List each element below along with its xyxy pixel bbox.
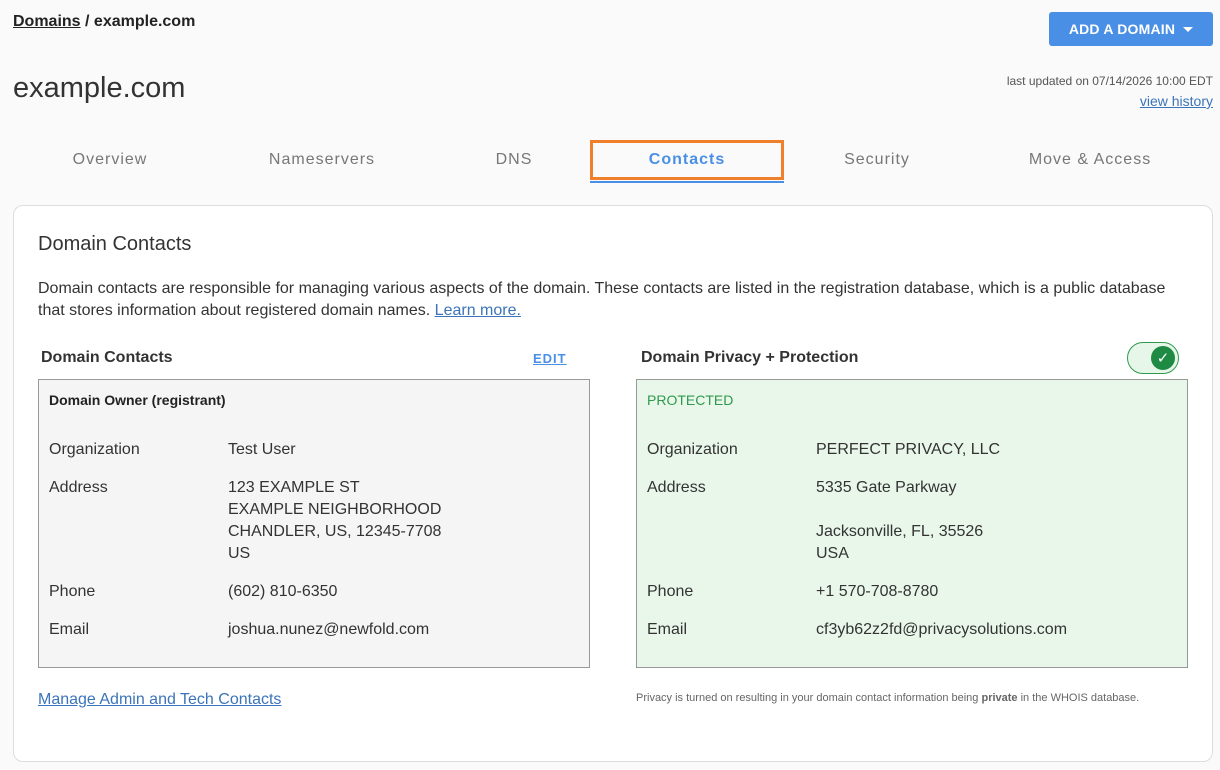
owner-contact-box: Domain Owner (registrant) Organization T… [38,379,590,668]
tab-contacts[interactable]: Contacts [590,140,784,183]
phone-value: +1 570-708-8780 [816,583,939,600]
breadcrumb-separator: / [80,13,94,30]
page-title: example.com [13,72,186,104]
tab-move-access[interactable]: Move & Access [990,140,1190,180]
phone-label: Phone [647,583,694,600]
email-value: cf3yb62z2fd@privacysolutions.com [816,621,1068,638]
tab-nameservers[interactable]: Nameservers [222,140,422,180]
tab-dns[interactable]: DNS [414,140,614,180]
breadcrumb: Domains / example.com [13,13,195,31]
domain-contacts-heading: Domain Contacts [41,349,173,366]
domain-contacts-card: Domain Contacts Domain contacts are resp… [13,205,1213,762]
organization-label: Organization [49,441,140,458]
privacy-toggle[interactable]: ✓ [1127,342,1179,374]
address-line-3: USA [816,545,849,562]
tab-security[interactable]: Security [777,140,977,180]
last-updated-text: last updated on 07/14/2026 10:00 EDT [1006,74,1213,88]
address-line-2: EXAMPLE NEIGHBORHOOD [228,501,442,518]
privacy-note-text: Privacy is turned on resulting in your d… [636,692,982,704]
organization-value: PERFECT PRIVACY, LLC [816,441,1001,458]
privacy-note-bold: private [981,692,1018,704]
email-label: Email [647,621,688,638]
privacy-note-end: in the WHOIS database. [1017,692,1140,704]
email-label: Email [49,621,90,638]
privacy-contact-box: PROTECTED Organization PERFECT PRIVACY, … [636,379,1188,668]
last-updated: last updated on 07/14/2026 10:00 EDT vie… [1007,71,1213,112]
check-icon: ✓ [1151,346,1175,370]
privacy-heading: Domain Privacy + Protection [641,349,859,366]
breadcrumb-current: example.com [93,13,196,30]
protected-status: PROTECTED [647,392,734,408]
breadcrumb-domains-link[interactable]: Domains [13,13,81,30]
address-line-4: US [228,545,251,562]
address-line-1: 5335 Gate Parkway [816,479,957,496]
view-history-link[interactable]: view history [1140,93,1213,109]
tab-bar: Overview Nameservers DNS Contacts Securi… [0,140,1220,183]
privacy-note: Privacy is turned on resulting in your d… [636,690,1176,707]
address-label: Address [49,479,108,496]
card-description-text: Domain contacts are responsible for mana… [38,280,1166,319]
organization-label: Organization [647,441,738,458]
address-line-1: 123 EXAMPLE ST [228,479,360,496]
add-domain-button[interactable]: ADD A DOMAIN [1049,12,1213,46]
address-line-2: Jacksonville, FL, 35526 [816,523,984,540]
chevron-down-icon [1183,26,1194,32]
owner-box-title: Domain Owner (registrant) [49,392,226,408]
manage-admin-tech-contacts-link[interactable]: Manage Admin and Tech Contacts [38,691,281,709]
edit-contacts-button[interactable]: EDIT [533,351,567,366]
learn-more-link[interactable]: Learn more. [435,302,521,319]
card-description: Domain contacts are responsible for mana… [38,278,1168,322]
address-line-3: CHANDLER, US, 12345-7708 [228,523,442,540]
email-value: joshua.nunez@newfold.com [228,621,430,638]
phone-label: Phone [49,583,96,600]
card-title: Domain Contacts [38,233,192,255]
address-label: Address [647,479,706,496]
tab-overview[interactable]: Overview [10,140,210,180]
organization-value: Test User [228,441,296,458]
add-domain-label: ADD A DOMAIN [1068,21,1176,37]
phone-value: (602) 810-6350 [228,583,338,600]
